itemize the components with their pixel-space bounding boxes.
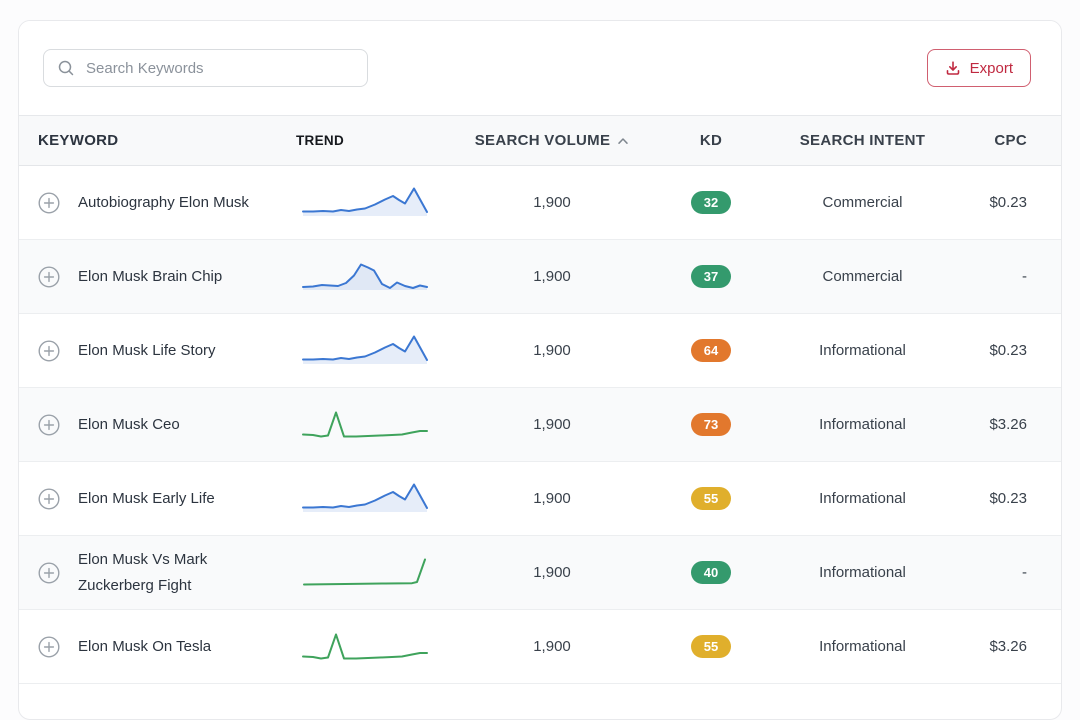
column-header-label: KEYWORD [38,128,118,154]
add-keyword-button[interactable] [38,340,60,362]
search-volume-value: 1,900 [533,194,571,211]
trend-sparkline [300,405,430,445]
download-icon [945,60,961,76]
kd-badge: 55 [691,487,731,510]
trend-sparkline [300,479,430,519]
table-body: Autobiography Elon Musk 1,900 32 Commerc… [19,166,1061,684]
sort-asc-icon[interactable] [617,137,629,145]
plus-circle-icon [38,488,60,510]
kd-badge: 73 [691,413,731,436]
search-volume-value: 1,900 [533,564,571,581]
keyword-text: Elon Musk Early Life [78,486,215,512]
column-header-label: SEARCH VOLUME [475,132,611,149]
export-button[interactable]: Export [927,49,1031,87]
search-volume-value: 1,900 [533,268,571,285]
cpc-value: $0.23 [989,194,1027,211]
add-keyword-button[interactable] [38,488,60,510]
column-header-intent[interactable]: SEARCH INTENT [766,116,959,165]
search-box [43,49,368,87]
search-icon [56,58,76,78]
plus-circle-icon [38,192,60,214]
plus-circle-icon [38,340,60,362]
plus-circle-icon [38,636,60,658]
cpc-value: $3.26 [989,638,1027,655]
cpc-value: - [1022,564,1027,581]
kd-badge: 40 [691,561,731,584]
export-label: Export [970,60,1013,77]
table-row: Autobiography Elon Musk 1,900 32 Commerc… [19,166,1061,240]
cpc-value: $3.26 [989,416,1027,433]
column-header-label: CPC [994,132,1027,149]
trend-sparkline [300,553,430,593]
column-header-label: KD [700,132,722,149]
cpc-value: $0.23 [989,342,1027,359]
trend-sparkline [300,257,430,297]
trend-sparkline [300,331,430,371]
table-header: KEYWORD TREND SEARCH VOLUME KD SEARCH IN… [19,115,1061,166]
table-row: Elon Musk Early Life 1,900 55 Informatio… [19,462,1061,536]
add-keyword-button[interactable] [38,562,60,584]
column-header-cpc[interactable]: CPC [959,116,1061,165]
search-intent-value: Commercial [822,268,902,285]
trend-sparkline [300,183,430,223]
column-header-kd[interactable]: KD [656,116,766,165]
search-intent-value: Informational [819,416,906,433]
keyword-text: Autobiography Elon Musk [78,190,249,216]
trend-sparkline [300,627,430,667]
add-keyword-button[interactable] [38,414,60,436]
cpc-value: $0.23 [989,490,1027,507]
add-keyword-button[interactable] [38,636,60,658]
search-volume-value: 1,900 [533,342,571,359]
keyword-text: Elon Musk Brain Chip [78,264,222,290]
search-intent-value: Informational [819,564,906,581]
keyword-table-card: Export KEYWORD TREND SEARCH VOLUME KD SE… [18,20,1062,720]
table-row: Elon Musk Vs Mark Zuckerberg Fight 1,900… [19,536,1061,610]
column-header-trend[interactable]: TREND [281,116,448,165]
kd-badge: 37 [691,265,731,288]
add-keyword-button[interactable] [38,192,60,214]
table-row: Elon Musk Ceo 1,900 73 Informational $3.… [19,388,1061,462]
table-row: Elon Musk Brain Chip 1,900 37 Commercial… [19,240,1061,314]
search-input[interactable] [43,49,368,87]
search-volume-value: 1,900 [533,638,571,655]
plus-circle-icon [38,562,60,584]
table-row: Elon Musk Life Story 1,900 64 Informatio… [19,314,1061,388]
search-volume-value: 1,900 [533,490,571,507]
search-volume-value: 1,900 [533,416,571,433]
column-header-volume[interactable]: SEARCH VOLUME [448,116,656,165]
search-intent-value: Commercial [822,194,902,211]
cpc-value: - [1022,268,1027,285]
column-header-label: SEARCH INTENT [800,132,926,149]
column-header-label: TREND [296,133,344,148]
keyword-text: Elon Musk Life Story [78,338,216,364]
kd-badge: 55 [691,635,731,658]
add-keyword-button[interactable] [38,266,60,288]
keyword-text: Elon Musk On Tesla [78,634,211,660]
search-intent-value: Informational [819,638,906,655]
search-intent-value: Informational [819,342,906,359]
kd-badge: 32 [691,191,731,214]
kd-badge: 64 [691,339,731,362]
plus-circle-icon [38,266,60,288]
keyword-text: Elon Musk Ceo [78,412,180,438]
plus-circle-icon [38,414,60,436]
search-intent-value: Informational [819,490,906,507]
keyword-text: Elon Musk Vs Mark Zuckerberg Fight [78,547,271,598]
toolbar: Export [19,21,1061,115]
column-header-keyword[interactable]: KEYWORD [19,116,281,165]
